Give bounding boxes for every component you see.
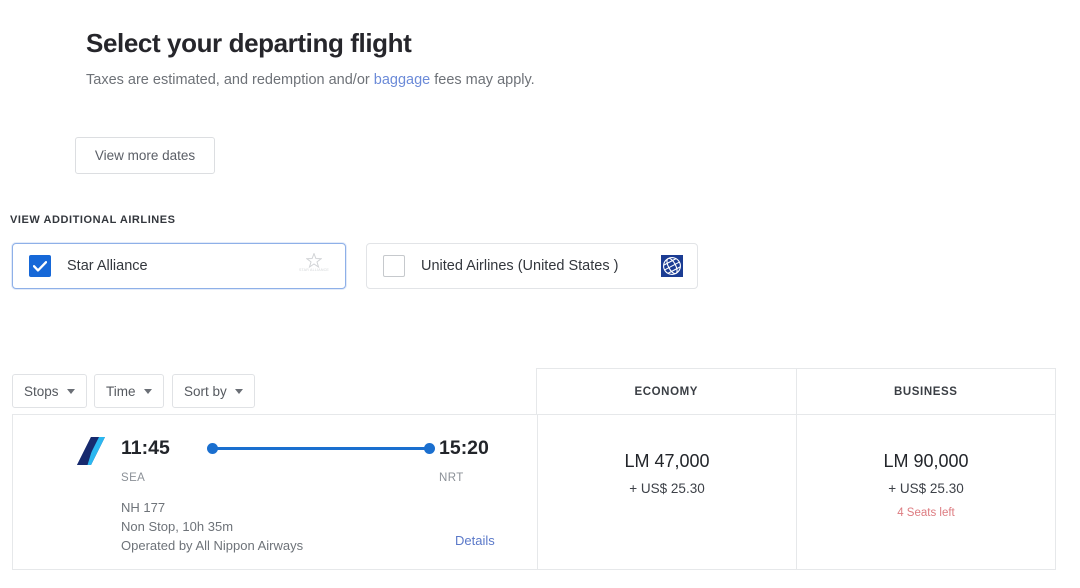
- arrival-time: 15:20: [439, 437, 489, 459]
- fare-tax-economy: + US$ 25.30: [629, 481, 705, 496]
- all-nippon-airways-logo-icon: [63, 435, 115, 467]
- airline-name-star-alliance: Star Alliance: [67, 258, 148, 274]
- fare-seats-left-business: 4 Seats left: [897, 507, 955, 519]
- united-airlines-logo-icon: [661, 255, 683, 277]
- baggage-link[interactable]: baggage: [374, 72, 430, 88]
- view-additional-airlines-label: VIEW ADDITIONAL AIRLINES: [10, 214, 176, 226]
- arrival-airport-code: NRT: [439, 472, 464, 484]
- page-subtitle: Taxes are estimated, and redemption and/…: [86, 70, 886, 90]
- fare-miles-business: LM 90,000: [883, 451, 969, 471]
- table-header-spacer: [12, 368, 536, 415]
- arrival-code-block: NRT: [439, 465, 521, 484]
- page-header: Select your departing flight Taxes are e…: [86, 26, 886, 90]
- checkbox-star-alliance[interactable]: [29, 255, 51, 277]
- departure-time-block: 11:45: [121, 437, 203, 459]
- route-bar: [213, 447, 429, 450]
- flight-details-link[interactable]: Details: [455, 533, 495, 548]
- departure-airport-code: SEA: [121, 472, 146, 484]
- arrival-time-block: 15:20: [439, 437, 521, 459]
- table-header-row: ECONOMY BUSINESS: [12, 368, 1056, 415]
- view-more-dates-button[interactable]: View more dates: [75, 137, 215, 174]
- fare-cell-economy[interactable]: LM 47,000 + US$ 25.30: [537, 415, 796, 569]
- fare-cell-business[interactable]: LM 90,000 + US$ 25.30 4 Seats left: [796, 415, 1055, 569]
- column-header-business: BUSINESS: [795, 368, 1056, 415]
- airline-option-united-airlines[interactable]: United Airlines (United States ): [366, 243, 698, 289]
- star-alliance-logo-icon: STAR ALLIANCE: [297, 252, 331, 279]
- route-line-graphic: [207, 442, 435, 454]
- departure-time: 11:45: [121, 437, 170, 459]
- departure-code-block: SEA: [121, 465, 203, 484]
- subtitle-text-after: fees may apply.: [430, 72, 535, 88]
- flight-results-table: ECONOMY BUSINESS 11:45 15:20 SEA NRT NH …: [12, 368, 1056, 570]
- subtitle-text-before: Taxes are estimated, and redemption and/…: [86, 72, 374, 88]
- route-destination-dot: [424, 443, 435, 454]
- airport-codes: SEA NRT: [13, 465, 537, 484]
- flight-search-page: Select your departing flight Taxes are e…: [0, 0, 1080, 588]
- fare-tax-business: + US$ 25.30: [888, 481, 964, 496]
- codes-spacer: [203, 465, 439, 484]
- column-header-economy: ECONOMY: [536, 368, 796, 415]
- airline-option-star-alliance[interactable]: Star Alliance STAR ALLIANCE: [12, 243, 346, 289]
- airline-name-united-airlines: United Airlines (United States ): [421, 258, 619, 274]
- flight-number: NH 177: [121, 500, 166, 515]
- table-row: 11:45 15:20 SEA NRT NH 177 Non Stop, 10h…: [12, 415, 1056, 570]
- fare-miles-economy: LM 47,000: [624, 451, 710, 471]
- checkbox-united-airlines[interactable]: [383, 255, 405, 277]
- flight-itinerary-cell: 11:45 15:20 SEA NRT NH 177 Non Stop, 10h…: [13, 415, 537, 569]
- star-alliance-wordmark: STAR ALLIANCE: [298, 268, 330, 272]
- page-title: Select your departing flight: [86, 28, 412, 58]
